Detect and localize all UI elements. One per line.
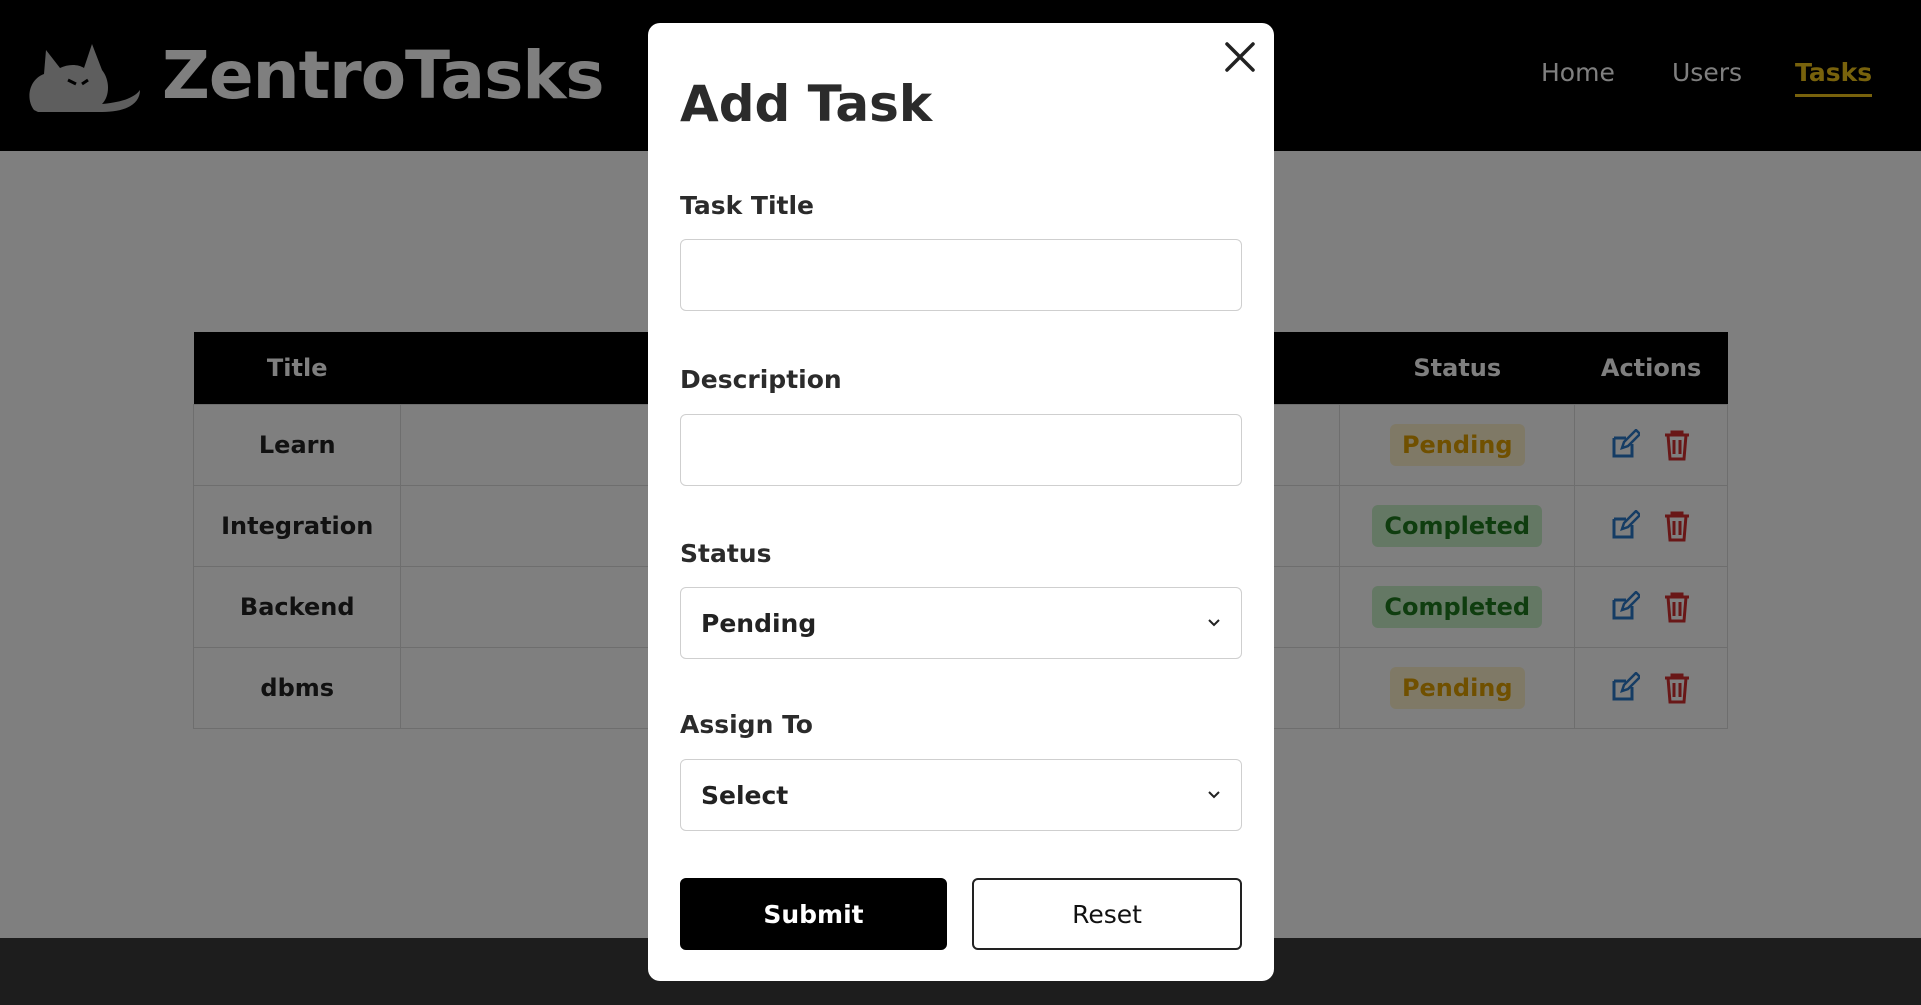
close-icon [1225, 42, 1255, 72]
reset-button[interactable]: Reset [972, 878, 1242, 950]
status-label: Status [680, 539, 772, 568]
chevron-down-icon [1208, 619, 1220, 627]
submit-button[interactable]: Submit [680, 878, 947, 950]
task-title-input[interactable] [680, 239, 1242, 311]
status-select-value: Pending [701, 608, 817, 638]
description-input[interactable] [680, 414, 1242, 486]
assign-to-select-value: Select [701, 780, 789, 810]
description-label: Description [680, 365, 842, 394]
status-select[interactable]: Pending [680, 587, 1242, 659]
assign-to-select[interactable]: Select [680, 759, 1242, 831]
task-title-label: Task Title [680, 191, 815, 220]
assign-to-label: Assign To [680, 710, 813, 739]
close-button[interactable] [1222, 39, 1258, 75]
modal-title: Add Task [680, 75, 933, 133]
chevron-down-icon [1208, 791, 1220, 799]
add-task-modal: Add Task Task Title Description Status P… [648, 23, 1274, 981]
